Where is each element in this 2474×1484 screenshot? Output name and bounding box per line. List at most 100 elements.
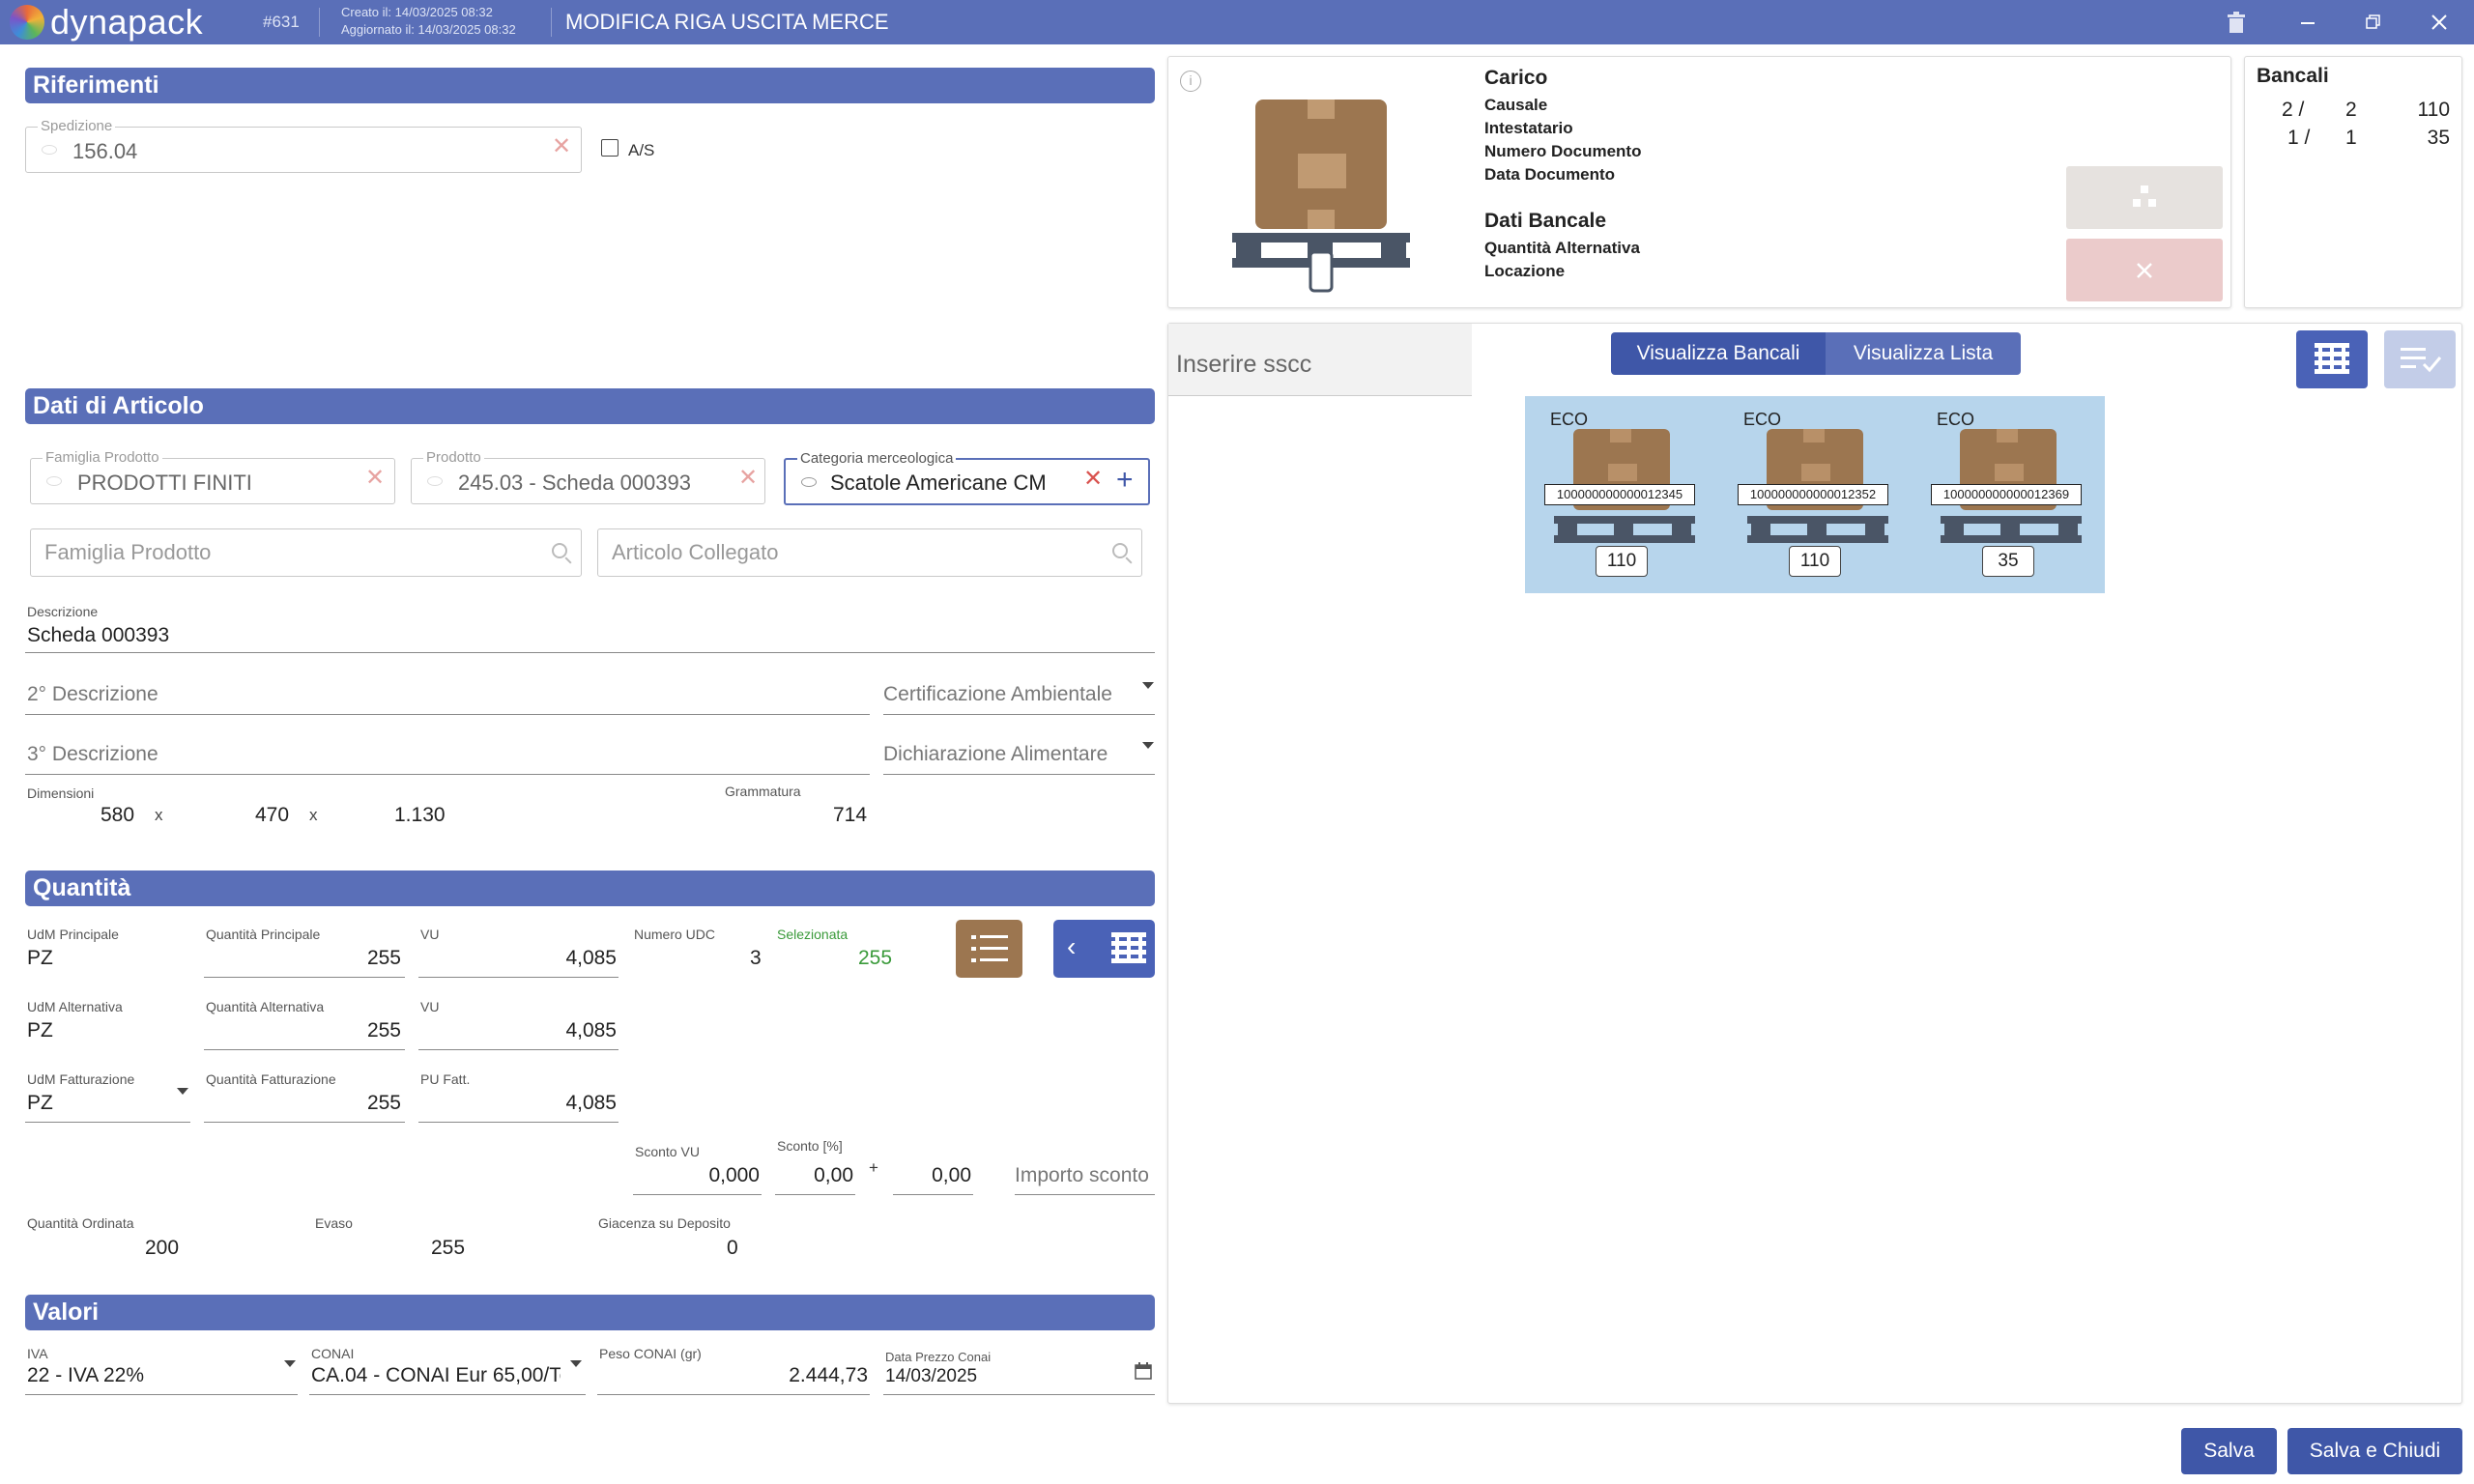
pallet-qty-badge: 110 (1596, 546, 1648, 577)
evaso-label: Evaso (315, 1215, 353, 1231)
udm-fatt-label: UdM Fatturazione (27, 1071, 135, 1087)
pallet-nav-button[interactable]: ‹ (1053, 920, 1155, 978)
famiglia-search-placeholder: Famiglia Prodotto (44, 540, 212, 564)
quantita-alternativa-label: Quantità Alternativa (1484, 239, 1640, 257)
tab-visualizza-bancali[interactable]: Visualizza Bancali (1611, 332, 1826, 375)
clear-icon[interactable]: ✕ (738, 467, 758, 490)
udm-fatt-select[interactable]: PZ (25, 1088, 190, 1123)
numero-documento-label: Numero Documento (1484, 142, 1642, 160)
chevron-down-icon (1142, 742, 1154, 749)
eye-icon (42, 145, 57, 155)
pu-fatt-value: 4,085 (565, 1092, 617, 1114)
window-title: MODIFICA RIGA USCITA MERCE (565, 10, 889, 34)
importo-sconto-field[interactable]: Importo sconto (1015, 1160, 1155, 1195)
famiglia-field[interactable]: Famiglia Prodotto PRODOTTI FINITI ✕ (30, 449, 395, 504)
salva-button[interactable]: Salva (2181, 1428, 2277, 1474)
sscc-code-label: 100000000000012369 (1931, 484, 2082, 505)
calendar-icon[interactable] (1135, 1362, 1152, 1380)
prodotto-value: 245.03 - Scheda 000393 (458, 471, 691, 495)
close-icon[interactable] (2424, 8, 2455, 37)
peso-value: 2.444,73 (789, 1364, 868, 1386)
vu-field[interactable]: 4,085 (418, 943, 618, 978)
bancali-total: 2 (2345, 99, 2357, 121)
data-prezzo-field[interactable]: 14/03/2025 (883, 1362, 1155, 1395)
title-bar: dynapack #631 Creato il: 14/03/2025 08:3… (0, 0, 2474, 44)
pallet-card[interactable]: ECO 100000000000012352 110 (1718, 396, 1912, 593)
conai-select[interactable]: CA.04 - CONAI Eur 65,00/To (309, 1360, 586, 1395)
sconto-vu-value: 0,000 (708, 1164, 760, 1186)
eye-icon (427, 476, 443, 486)
trash-icon[interactable] (2221, 8, 2252, 37)
dimension-length: 580 (101, 804, 135, 826)
record-id: #631 (263, 13, 300, 31)
sconto-pct-value: 0,00 (814, 1164, 853, 1186)
prodotto-field[interactable]: Prodotto 245.03 - Scheda 000393 ✕ (411, 449, 765, 504)
bancali-count: 1 / (2287, 127, 2311, 149)
salva-chiudi-button[interactable]: Salva e Chiudi (2287, 1428, 2462, 1474)
sscc-input[interactable]: Inserire sscc (1168, 324, 1472, 396)
descrizione3-field[interactable]: 3° Descrizione (25, 739, 870, 775)
tab-visualizza-lista[interactable]: Visualizza Lista (1826, 332, 2021, 375)
iva-select[interactable]: 22 - IVA 22% (25, 1360, 298, 1395)
bancali-total: 1 (2345, 127, 2357, 149)
sconto-vu-field[interactable]: 0,000 (633, 1160, 762, 1195)
bancali-qty: 35 (2427, 127, 2450, 149)
chevron-down-icon (284, 1360, 296, 1367)
pu-fatt-field[interactable]: 4,085 (418, 1088, 618, 1123)
q-principale-value: 255 (366, 947, 401, 969)
dichiarazione-select[interactable]: Dichiarazione Alimentare (883, 739, 1155, 775)
spedizione-value: 156.04 (72, 139, 138, 163)
split-pallet-button[interactable] (2066, 166, 2223, 229)
peso-field[interactable]: 2.444,73 (597, 1360, 870, 1395)
data-documento-label: Data Documento (1484, 165, 1616, 184)
info-icon[interactable]: i (1180, 71, 1201, 92)
clear-icon[interactable]: ✕ (552, 135, 571, 158)
clear-icon[interactable]: ✕ (1083, 468, 1103, 491)
bancali-row: 1 / 1 35 (2245, 124, 2463, 152)
peso-label: Peso CONAI (gr) (599, 1346, 702, 1361)
articolo-collegato-search[interactable]: Articolo Collegato (597, 528, 1142, 577)
search-icon (1112, 543, 1128, 558)
add-icon[interactable]: + (1116, 464, 1134, 497)
app-logo: dynapack (10, 2, 203, 43)
bancale-details: Quantità Alternativa Locazione (1484, 237, 1640, 283)
vu2-field[interactable]: 4,085 (418, 1015, 618, 1050)
spedizione-field[interactable]: Spedizione 156.04 ✕ (25, 118, 582, 173)
minimize-icon[interactable] (2292, 8, 2323, 37)
giacenza-value: 0 (727, 1237, 738, 1259)
q-alt-field[interactable]: 255 (204, 1015, 405, 1050)
logo-icon (10, 5, 44, 40)
selezionata-label: Selezionata (777, 927, 849, 942)
sconto-pct-field[interactable]: 0,00 (775, 1160, 855, 1195)
categoria-field[interactable]: Categoria merceologica Scatole Americane… (784, 450, 1150, 505)
sconto-extra-field[interactable]: 0,00 (893, 1160, 973, 1195)
famiglia-search[interactable]: Famiglia Prodotto (30, 528, 582, 577)
select-all-button[interactable] (2384, 330, 2456, 388)
q-principale-field[interactable]: 255 (204, 943, 405, 978)
pallet-grid-button[interactable] (2296, 330, 2368, 388)
list-view-button[interactable] (956, 920, 1022, 978)
remove-pallet-button[interactable] (2066, 239, 2223, 301)
descrizione2-placeholder: 2° Descrizione (27, 683, 158, 705)
clear-icon[interactable]: ✕ (365, 467, 385, 490)
pallet-card[interactable]: ECO 100000000000012345 110 (1525, 396, 1718, 593)
pallet-icon (1111, 932, 1146, 963)
locazione-label: Locazione (1484, 262, 1566, 280)
close-icon (2137, 263, 2152, 278)
q-fatt-value: 255 (366, 1092, 401, 1114)
iva-label: IVA (27, 1346, 48, 1361)
descrizione2-field[interactable]: 2° Descrizione (25, 679, 870, 715)
q-ordinata-label: Quantità Ordinata (27, 1215, 134, 1231)
bancali-title: Bancali (2257, 65, 2329, 87)
vu-value: 4,085 (565, 947, 617, 969)
categoria-label: Categoria merceologica (797, 450, 957, 467)
pallet-card[interactable]: ECO 100000000000012369 35 (1912, 396, 2105, 593)
certificazione-select[interactable]: Certificazione Ambientale (883, 679, 1155, 715)
q-fatt-field[interactable]: 255 (204, 1088, 405, 1123)
data-prezzo-value: 14/03/2025 (885, 1366, 978, 1386)
as-checkbox[interactable] (601, 139, 618, 157)
descrizione-value: Scheda 000393 (27, 624, 170, 646)
descrizione-field[interactable]: Scheda 000393 (25, 620, 1155, 653)
restore-icon[interactable] (2358, 8, 2389, 37)
divider (319, 8, 320, 37)
